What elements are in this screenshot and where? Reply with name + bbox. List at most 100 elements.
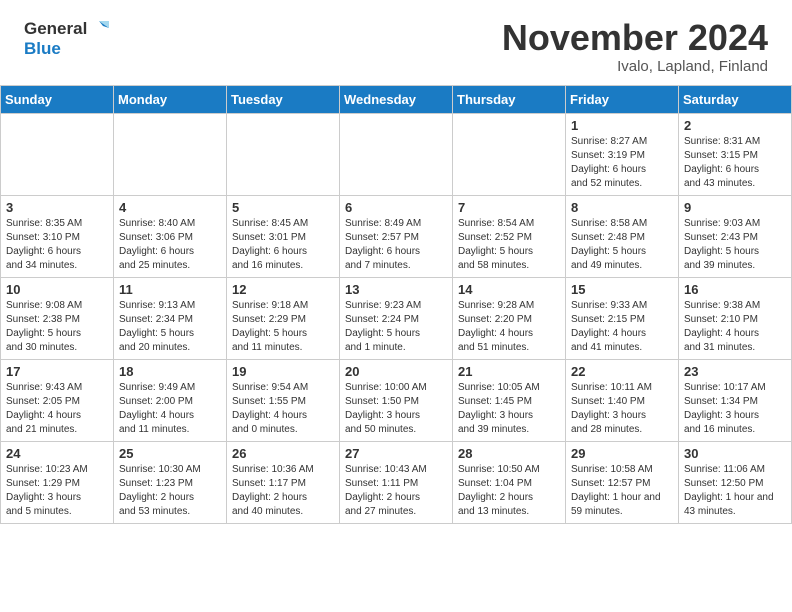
day-info: Sunrise: 10:05 AMSunset: 1:45 PMDaylight…	[458, 381, 560, 437]
day-number: 24	[6, 446, 108, 461]
day-info: Sunrise: 9:49 AMSunset: 2:00 PMDaylight:…	[119, 381, 221, 437]
day-number: 3	[6, 200, 108, 215]
calendar-week-row: 1 Sunrise: 8:27 AMSunset: 3:19 PMDaylight…	[1, 113, 792, 195]
logo-bird-icon	[89, 18, 111, 40]
day-number: 27	[345, 446, 447, 461]
calendar-day-2: 2Sunrise: 8:31 AMSunset: 3:15 PMDaylight…	[679, 113, 792, 195]
day-number: 20	[345, 364, 447, 379]
calendar-day-9: 9Sunrise: 9:03 AMSunset: 2:43 PMDaylight…	[679, 195, 792, 277]
day-info: Sunrise: 8:40 AMSunset: 3:06 PMDaylight:…	[119, 217, 221, 273]
weekday-header-saturday: Saturday	[679, 85, 792, 113]
weekday-header-friday: Friday	[566, 85, 679, 113]
logo-general-text: General	[24, 20, 87, 39]
calendar-day-16: 16Sunrise: 9:38 AMSunset: 2:10 PMDayligh…	[679, 277, 792, 359]
calendar-day-11: 11Sunrise: 9:13 AMSunset: 2:34 PMDayligh…	[114, 277, 227, 359]
weekday-header-thursday: Thursday	[453, 85, 566, 113]
calendar-empty-cell	[227, 113, 340, 195]
calendar-week-row: 10 Sunrise: 9:08 AMSunset: 2:38 PMDayligh…	[1, 277, 792, 359]
day-number: 5	[232, 200, 334, 215]
day-number: 28	[458, 446, 560, 461]
weekday-header-sunday: Sunday	[1, 85, 114, 113]
calendar-day-1: 1 Sunrise: 8:27 AMSunset: 3:19 PMDaylight…	[566, 113, 679, 195]
day-info: Sunrise: 8:49 AMSunset: 2:57 PMDaylight:…	[345, 217, 447, 273]
day-info: Sunrise: 9:08 AMSunset: 2:38 PMDaylight:…	[6, 299, 108, 355]
calendar-week-row: 3 Sunrise: 8:35 AMSunset: 3:10 PMDaylight…	[1, 195, 792, 277]
day-info: Sunrise: 10:11 AMSunset: 1:40 PMDaylight…	[571, 381, 673, 437]
header-right: November 2024 Ivalo, Lapland, Finland	[502, 18, 768, 75]
day-number: 10	[6, 282, 108, 297]
calendar-day-8: 8 Sunrise: 8:58 AMSunset: 2:48 PMDaylight…	[566, 195, 679, 277]
calendar-day-10: 10 Sunrise: 9:08 AMSunset: 2:38 PMDayligh…	[1, 277, 114, 359]
day-number: 21	[458, 364, 560, 379]
calendar-day-30: 30 Sunrise: 11:06 AMSunset: 12:50 PMDayli…	[679, 441, 792, 523]
logo-blue-text: Blue	[24, 40, 111, 59]
location: Ivalo, Lapland, Finland	[502, 58, 768, 75]
calendar-week-row: 24 Sunrise: 10:23 AMSunset: 1:29 PMDaylig…	[1, 441, 792, 523]
day-info: Sunrise: 8:54 AMSunset: 2:52 PMDaylight:…	[458, 217, 560, 273]
day-number: 17	[6, 364, 108, 379]
calendar-day-20: 20 Sunrise: 10:00 AMSunset: 1:50 PMDaylig…	[340, 359, 453, 441]
weekday-header-tuesday: Tuesday	[227, 85, 340, 113]
day-info: Sunrise: 8:31 AMSunset: 3:15 PMDaylight:…	[684, 135, 786, 191]
calendar-day-28: 28Sunrise: 10:50 AMSunset: 1:04 PMDaylig…	[453, 441, 566, 523]
calendar-day-5: 5Sunrise: 8:45 AMSunset: 3:01 PMDaylight…	[227, 195, 340, 277]
day-number: 22	[571, 364, 673, 379]
weekday-header-row: SundayMondayTuesdayWednesdayThursdayFrid…	[1, 85, 792, 113]
day-number: 25	[119, 446, 221, 461]
calendar-day-7: 7Sunrise: 8:54 AMSunset: 2:52 PMDaylight…	[453, 195, 566, 277]
day-number: 4	[119, 200, 221, 215]
day-info: Sunrise: 9:18 AMSunset: 2:29 PMDaylight:…	[232, 299, 334, 355]
day-info: Sunrise: 10:23 AMSunset: 1:29 PMDaylight…	[6, 463, 108, 519]
day-number: 26	[232, 446, 334, 461]
calendar-day-13: 13Sunrise: 9:23 AMSunset: 2:24 PMDayligh…	[340, 277, 453, 359]
calendar-day-23: 23 Sunrise: 10:17 AMSunset: 1:34 PMDaylig…	[679, 359, 792, 441]
calendar-day-25: 25 Sunrise: 10:30 AMSunset: 1:23 PMDaylig…	[114, 441, 227, 523]
day-number: 1	[571, 118, 673, 133]
calendar-day-14: 14 Sunrise: 9:28 AMSunset: 2:20 PMDayligh…	[453, 277, 566, 359]
day-info: Sunrise: 10:30 AMSunset: 1:23 PMDaylight…	[119, 463, 221, 519]
calendar-day-24: 24 Sunrise: 10:23 AMSunset: 1:29 PMDaylig…	[1, 441, 114, 523]
day-info: Sunrise: 8:27 AMSunset: 3:19 PMDaylight:…	[571, 135, 673, 191]
day-info: Sunrise: 10:00 AMSunset: 1:50 PMDaylight…	[345, 381, 447, 437]
day-number: 12	[232, 282, 334, 297]
day-info: Sunrise: 9:28 AMSunset: 2:20 PMDaylight:…	[458, 299, 560, 355]
calendar-day-6: 6 Sunrise: 8:49 AMSunset: 2:57 PMDaylight…	[340, 195, 453, 277]
calendar-week-row: 17 Sunrise: 9:43 AMSunset: 2:05 PMDayligh…	[1, 359, 792, 441]
calendar-day-3: 3 Sunrise: 8:35 AMSunset: 3:10 PMDaylight…	[1, 195, 114, 277]
day-info: Sunrise: 8:58 AMSunset: 2:48 PMDaylight:…	[571, 217, 673, 273]
day-number: 30	[684, 446, 786, 461]
day-number: 15	[571, 282, 673, 297]
day-info: Sunrise: 9:54 AMSunset: 1:55 PMDaylight:…	[232, 381, 334, 437]
calendar-day-17: 17 Sunrise: 9:43 AMSunset: 2:05 PMDayligh…	[1, 359, 114, 441]
day-info: Sunrise: 10:36 AMSunset: 1:17 PMDaylight…	[232, 463, 334, 519]
calendar-table: SundayMondayTuesdayWednesdayThursdayFrid…	[0, 85, 792, 524]
day-number: 13	[345, 282, 447, 297]
day-info: Sunrise: 10:17 AMSunset: 1:34 PMDaylight…	[684, 381, 786, 437]
day-info: Sunrise: 10:58 AMSunset: 12:57 PMDayligh…	[571, 463, 673, 519]
logo: General Blue	[24, 18, 111, 59]
calendar-empty-cell	[1, 113, 114, 195]
day-number: 8	[571, 200, 673, 215]
calendar-day-22: 22 Sunrise: 10:11 AMSunset: 1:40 PMDaylig…	[566, 359, 679, 441]
day-info: Sunrise: 9:03 AMSunset: 2:43 PMDaylight:…	[684, 217, 786, 273]
calendar-day-29: 29Sunrise: 10:58 AMSunset: 12:57 PMDayli…	[566, 441, 679, 523]
day-info: Sunrise: 8:35 AMSunset: 3:10 PMDaylight:…	[6, 217, 108, 273]
month-title: November 2024	[502, 18, 768, 58]
day-number: 14	[458, 282, 560, 297]
day-number: 11	[119, 282, 221, 297]
calendar-empty-cell	[340, 113, 453, 195]
calendar-empty-cell	[114, 113, 227, 195]
day-info: Sunrise: 11:06 AMSunset: 12:50 PMDayligh…	[684, 463, 786, 519]
calendar-day-4: 4 Sunrise: 8:40 AMSunset: 3:06 PMDaylight…	[114, 195, 227, 277]
day-number: 6	[345, 200, 447, 215]
weekday-header-wednesday: Wednesday	[340, 85, 453, 113]
weekday-header-monday: Monday	[114, 85, 227, 113]
day-number: 23	[684, 364, 786, 379]
day-info: Sunrise: 9:38 AMSunset: 2:10 PMDaylight:…	[684, 299, 786, 355]
calendar-day-26: 26 Sunrise: 10:36 AMSunset: 1:17 PMDaylig…	[227, 441, 340, 523]
calendar-day-12: 12 Sunrise: 9:18 AMSunset: 2:29 PMDayligh…	[227, 277, 340, 359]
day-info: Sunrise: 9:43 AMSunset: 2:05 PMDaylight:…	[6, 381, 108, 437]
day-info: Sunrise: 9:33 AMSunset: 2:15 PMDaylight:…	[571, 299, 673, 355]
day-number: 19	[232, 364, 334, 379]
calendar-day-27: 27Sunrise: 10:43 AMSunset: 1:11 PMDaylig…	[340, 441, 453, 523]
